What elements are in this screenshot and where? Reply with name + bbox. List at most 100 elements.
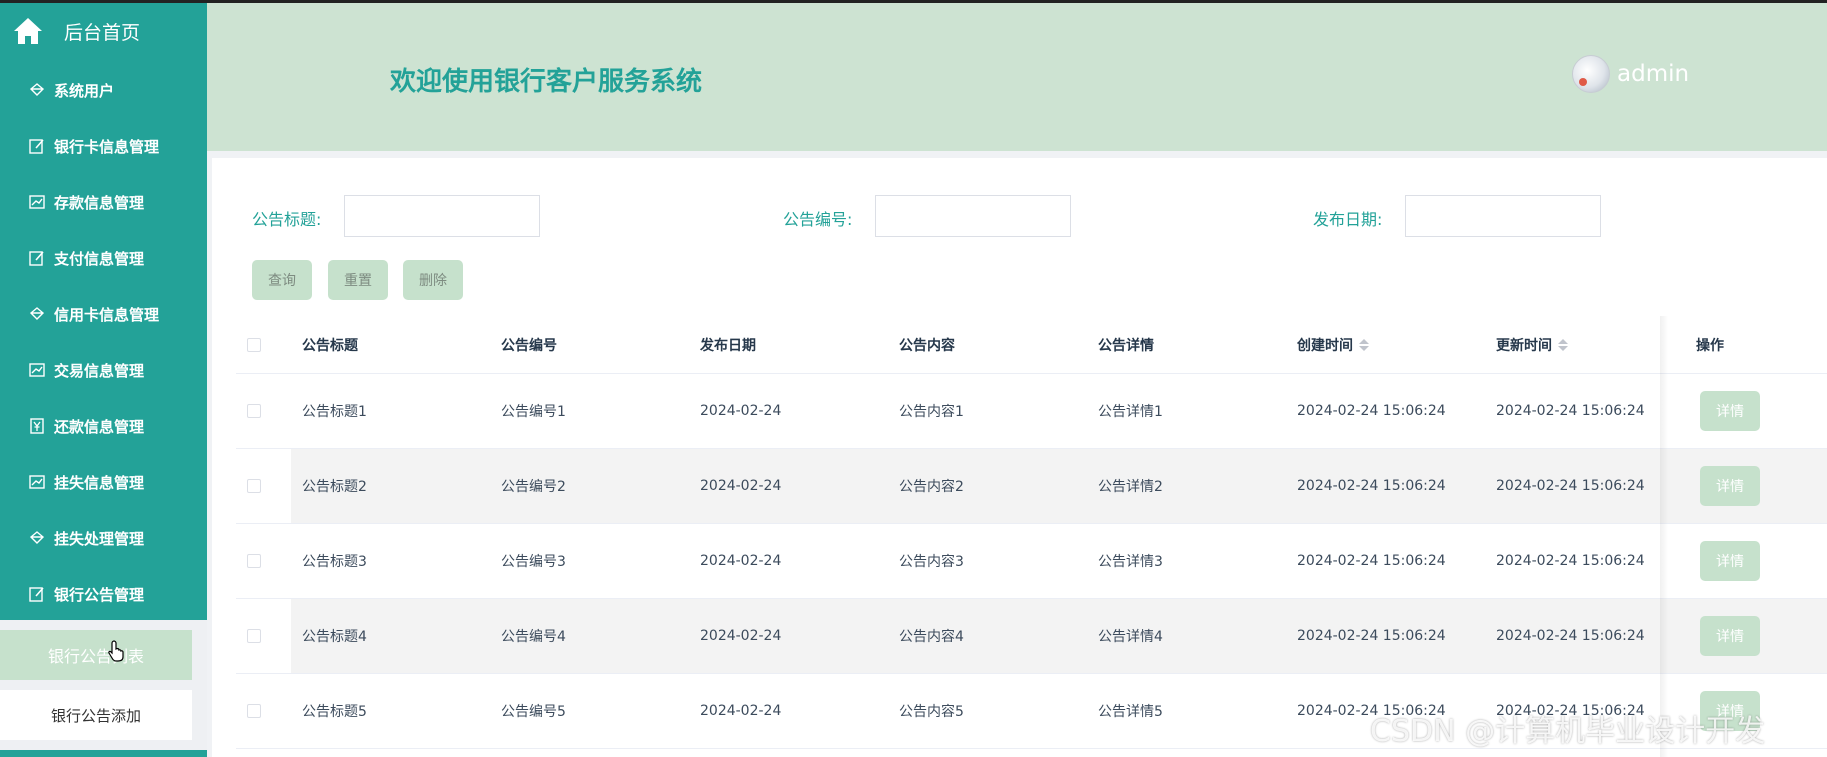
table-cell: 公告标题4 — [302, 629, 367, 645]
fixed-column-shadow — [1660, 316, 1668, 757]
sidebar-item-9[interactable]: 银行公告管理 — [0, 566, 207, 622]
table-cell: 2024-02-24 — [700, 403, 782, 419]
sidebar-item-7[interactable]: 挂失信息管理 — [0, 454, 207, 510]
sidebar-item-label: 交易信息管理 — [54, 361, 145, 380]
sidebar-item-6[interactable]: 还款信息管理 — [0, 398, 207, 454]
edit-icon — [28, 585, 46, 603]
column-header-label: 公告内容 — [899, 337, 955, 354]
table-row: 公告标题4 公告编号4 2024-02-24 公告内容4 公告详情4 2024-02-24… — [236, 599, 1827, 674]
detail-button[interactable]: 详情 — [1700, 616, 1760, 656]
main-content: 公告标题: 公告编号: 发布日期: 查询 重置 删除 公告标题 公告编号 发布日期公… — [212, 158, 1827, 757]
detail-button[interactable]: 详情 — [1700, 391, 1760, 431]
column-header-label: 公告标题 — [302, 337, 358, 354]
detail-button[interactable]: 详情 — [1700, 466, 1760, 506]
mouse-cursor-icon — [108, 640, 124, 662]
table-cell: 公告编号2 — [501, 479, 566, 495]
sidebar-item-label: 存款信息管理 — [54, 193, 145, 212]
table-cell: 公告详情5 — [1098, 704, 1163, 720]
detail-button[interactable]: 详情 — [1700, 541, 1760, 581]
column-header: 公告标题 — [302, 316, 358, 373]
table-cell: 2024-02-24 15:06:24 — [1496, 403, 1645, 419]
delete-button[interactable]: 删除 — [403, 260, 463, 300]
sidebar-item-2[interactable]: 存款信息管理 — [0, 174, 207, 230]
watermark: CSDN @计算机毕业设计开发 — [1370, 714, 1766, 749]
table-row: 公告标题2 公告编号2 2024-02-24 公告内容2 公告详情2 2024-02-24… — [236, 449, 1827, 524]
diamond-icon — [28, 81, 46, 99]
sidebar-item-3[interactable]: 支付信息管理 — [0, 230, 207, 286]
sidebar-home[interactable]: 后台首页 — [0, 0, 207, 62]
home-label: 后台首页 — [64, 21, 141, 44]
sidebar-item-8[interactable]: 挂失处理管理 — [0, 510, 207, 566]
table-cell: 2024-02-24 — [700, 628, 782, 644]
select-all-checkbox[interactable] — [247, 337, 261, 352]
filter-input-date[interactable] — [1405, 195, 1601, 237]
sidebar-item-1[interactable]: 银行卡信息管理 — [0, 118, 207, 174]
table-cell: 公告编号1 — [501, 404, 566, 420]
submenu-item-notice-add[interactable]: 银行公告添加 — [0, 690, 192, 740]
column-header: 操作 — [1696, 316, 1724, 373]
column-header[interactable]: 更新时间 — [1496, 316, 1568, 373]
row-checkbox[interactable] — [247, 479, 261, 493]
diamond-icon — [28, 529, 46, 547]
column-header-label: 公告编号 — [501, 337, 557, 354]
username[interactable]: admin — [1617, 61, 1689, 87]
table-cell: 公告编号4 — [501, 629, 566, 645]
yen-icon — [28, 417, 46, 435]
table-cell: 公告内容5 — [899, 704, 964, 720]
row-checkbox[interactable] — [247, 554, 261, 568]
sidebar: 后台首页 系统用户银行卡信息管理 存款信息管理支付信息管理信用卡信息管理 交易信息管… — [0, 0, 207, 757]
submenu-item-notice-list[interactable]: 银行公告列表 — [0, 630, 192, 680]
table-cell: 2024-02-24 15:06:24 — [1496, 553, 1645, 569]
filter-input-title[interactable] — [344, 195, 540, 237]
filter-label-title: 公告标题: — [252, 210, 322, 229]
table-cell: 公告详情4 — [1098, 629, 1163, 645]
sidebar-item-0[interactable]: 系统用户 — [0, 62, 207, 118]
table-cell: 公告标题1 — [302, 404, 367, 420]
table-cell: 2024-02-24 15:06:24 — [1297, 403, 1446, 419]
action-cell: 详情 — [1700, 374, 1760, 448]
column-header-label: 创建时间 — [1297, 337, 1353, 354]
table-row: 公告标题1 公告编号1 2024-02-24 公告内容1 公告详情1 2024-02-24… — [236, 374, 1827, 449]
action-cell: 详情 — [1700, 599, 1760, 673]
page-header: 欢迎使用银行客户服务系统 admin — [207, 3, 1827, 151]
reset-button[interactable]: 重置 — [328, 260, 388, 300]
table-cell: 公告编号3 — [501, 554, 566, 570]
edit-icon — [28, 137, 46, 155]
sidebar-item-label: 挂失信息管理 — [54, 473, 145, 492]
table-cell: 公告编号5 — [501, 704, 566, 720]
sidebar-item-label: 银行卡信息管理 — [54, 137, 160, 156]
sort-icon[interactable] — [1359, 338, 1369, 351]
table-header-row: 公告标题 公告编号 发布日期 公告内容 公告详情 创建时间 更新时间 操作 — [236, 316, 1827, 374]
column-header: 公告内容 — [899, 316, 955, 373]
column-header[interactable]: 创建时间 — [1297, 316, 1369, 373]
filter-label-date: 发布日期: — [1313, 210, 1383, 229]
row-checkbox[interactable] — [247, 704, 261, 718]
sidebar-item-4[interactable]: 信用卡信息管理 — [0, 286, 207, 342]
sidebar-item-label: 挂失处理管理 — [54, 529, 145, 548]
avatar[interactable] — [1572, 55, 1610, 93]
filter-input-number[interactable] — [875, 195, 1071, 237]
column-header-label: 操作 — [1696, 337, 1724, 354]
action-cell: 详情 — [1700, 449, 1760, 523]
chart-icon — [28, 473, 46, 491]
sidebar-item-5[interactable]: 交易信息管理 — [0, 342, 207, 398]
row-checkbox[interactable] — [247, 629, 261, 643]
sidebar-item-label: 银行公告管理 — [54, 585, 145, 604]
sidebar-submenu: 银行公告列表 银行公告添加 — [0, 620, 207, 750]
row-checkbox[interactable] — [247, 404, 261, 418]
sidebar-menu: 系统用户银行卡信息管理 存款信息管理支付信息管理信用卡信息管理 交易信息管理还款信息… — [0, 62, 207, 622]
sidebar-item-label: 信用卡信息管理 — [54, 305, 160, 324]
table-cell: 公告内容2 — [899, 479, 964, 495]
table-cell: 2024-02-24 15:06:24 — [1496, 628, 1645, 644]
table-cell: 2024-02-24 15:06:24 — [1496, 478, 1645, 494]
column-header-label: 发布日期 — [700, 337, 756, 354]
table-cell: 公告详情1 — [1098, 404, 1163, 420]
table-cell: 2024-02-24 — [700, 478, 782, 494]
table-cell: 2024-02-24 15:06:24 — [1297, 478, 1446, 494]
sort-icon[interactable] — [1558, 338, 1568, 351]
query-button[interactable]: 查询 — [252, 260, 312, 300]
diamond-icon — [28, 305, 46, 323]
window-top-border — [0, 0, 1827, 3]
table-cell: 公告内容3 — [899, 554, 964, 570]
table-cell: 公告内容4 — [899, 629, 964, 645]
